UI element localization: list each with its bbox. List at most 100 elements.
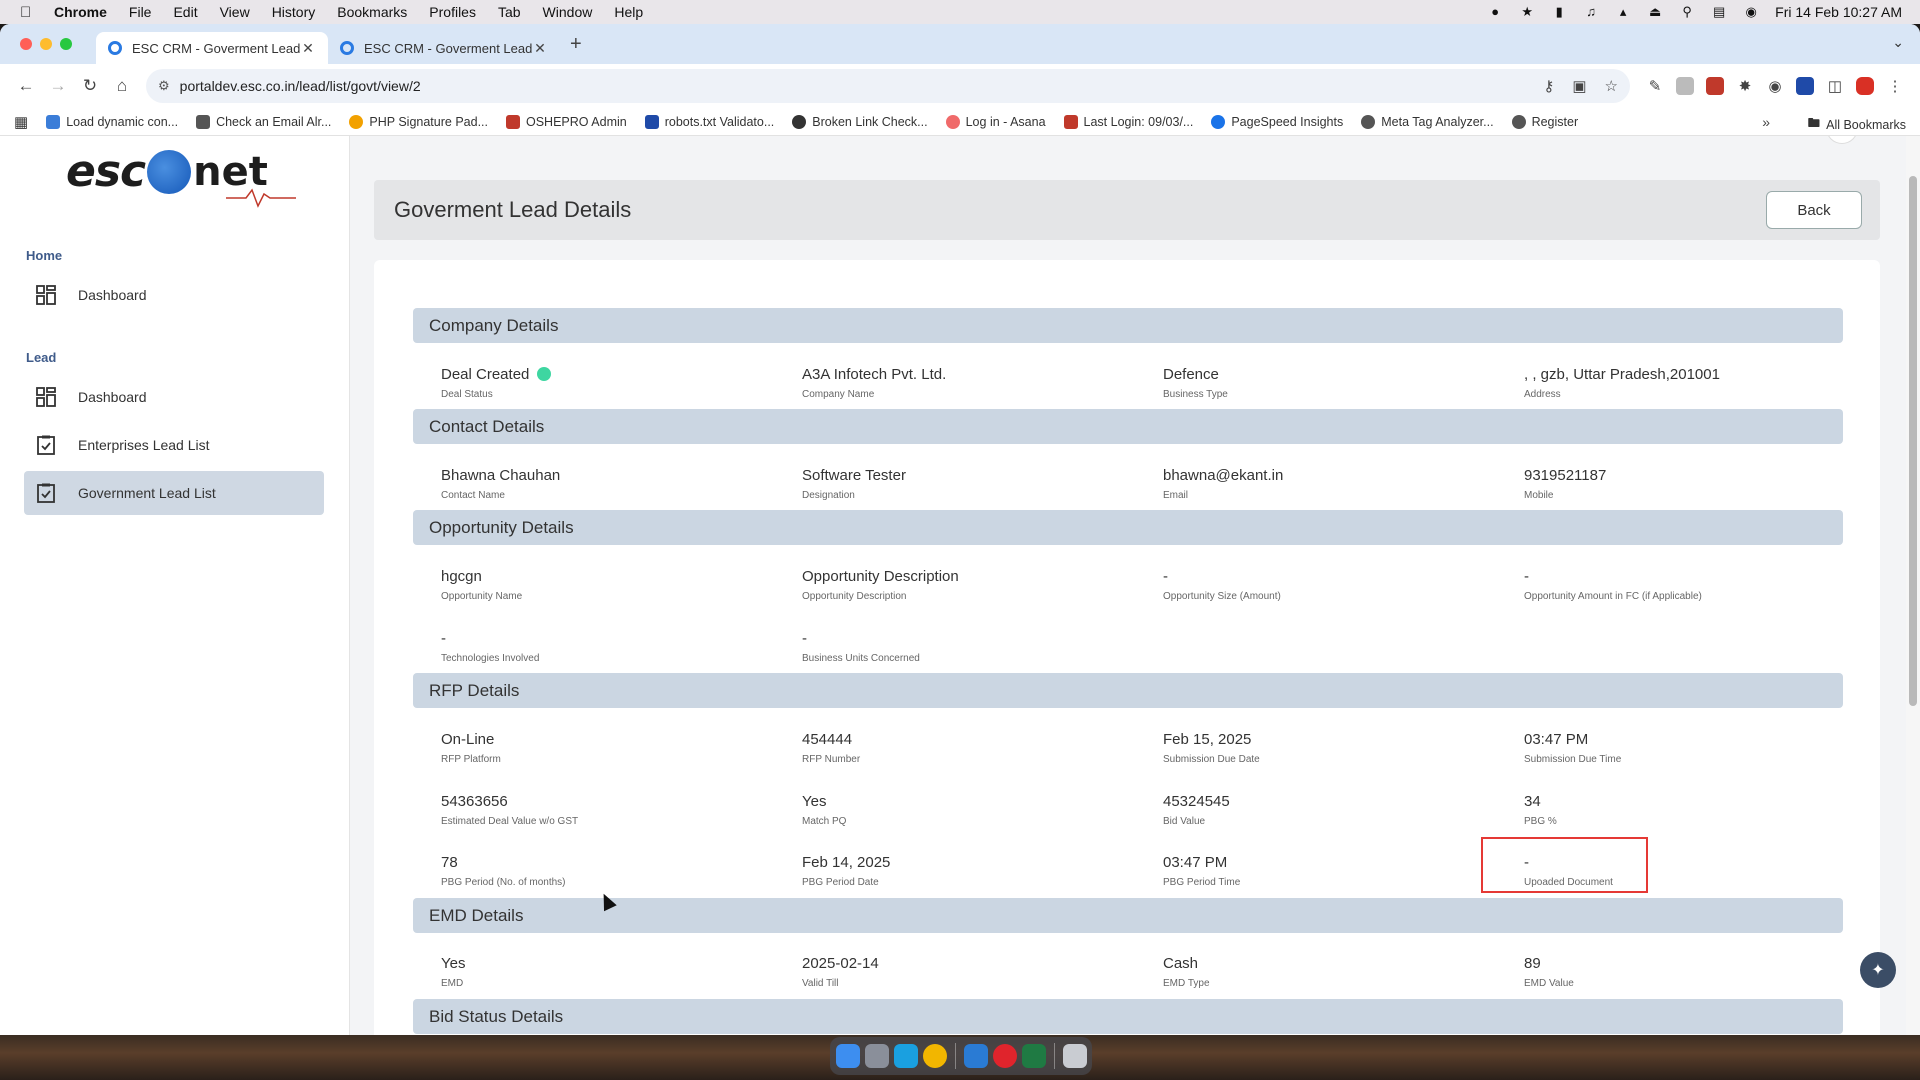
menu-view[interactable]: View [220,4,250,20]
menu-bookmarks[interactable]: Bookmarks [337,4,407,20]
bookmark-item[interactable]: PHP Signature Pad... [349,114,488,129]
back-button[interactable]: Back [1766,191,1862,229]
opera-app-icon[interactable] [992,1044,1017,1068]
wifi-icon[interactable]: ▴ [1615,5,1631,19]
bluetooth-icon[interactable]: ★ [1519,5,1535,19]
bookmark-favicon-icon [1063,114,1078,129]
dashboard-grid-icon [36,387,56,407]
battery-icon[interactable]: ▮ [1551,5,1567,19]
bug-extension-icon[interactable]: ✸ [1730,71,1760,101]
menu-profiles[interactable]: Profiles [429,4,476,20]
field-email: bhawna@ekant.in Email [1163,465,1503,502]
browser-toolbar: ← → ↻ ⌂ ⚙ portaldev.esc.co.in/lead/list/… [0,64,1920,108]
eyedropper-extension-icon[interactable]: ✎ [1640,71,1670,101]
bookmark-item[interactable]: Meta Tag Analyzer... [1361,114,1494,129]
forward-arrow-icon[interactable]: → [42,70,74,102]
field-label: Estimated Deal Value w/o GST [441,816,579,827]
user-avatar[interactable] [1826,136,1858,144]
blue-extension-icon[interactable] [1790,71,1820,101]
tab-close-icon[interactable]: ✕ [300,40,316,57]
trash-icon[interactable] [1062,1044,1087,1068]
control-center-icon[interactable]: ▤ [1711,5,1727,19]
new-tab-button[interactable]: + [570,33,582,56]
excel-app-icon[interactable] [1021,1044,1046,1068]
apps-grid-icon[interactable]: ▦ [14,113,28,131]
red-extension-icon[interactable] [1700,71,1730,101]
address-bar[interactable]: ⚙ portaldev.esc.co.in/lead/list/govt/vie… [146,69,1630,103]
field-mobile: 9319521187 Mobile [1524,465,1864,502]
address-url[interactable]: portaldev.esc.co.in/lead/list/govt/view/… [180,78,1526,94]
more-bookmarks-chevron-icon[interactable]: » [1762,114,1770,130]
code-extension-icon[interactable] [1670,71,1700,101]
minimize-window-button[interactable] [40,38,52,50]
field-label: Opportunity Size (Amount) [1163,591,1281,602]
field-label: Business Units Concerned [802,653,920,664]
bookmark-item[interactable]: OSHEPRO Admin [505,114,627,129]
volume-icon[interactable]: ♫ [1583,5,1599,19]
tab-title: ESC CRM - Goverment Lead [364,40,532,56]
status-app-icon[interactable]: ● [1487,5,1503,19]
bookmark-star-icon[interactable]: ☆ [1605,77,1618,95]
bookmark-favicon-icon [1511,114,1526,129]
camera-extension-icon[interactable]: ◉ [1760,71,1790,101]
field-value: 2025-02-14 [802,954,879,972]
zoom-window-button[interactable] [60,38,72,50]
password-key-icon[interactable]: ⚷ [1543,77,1554,95]
field-opportunity-size: - Opportunity Size (Amount) [1163,566,1503,603]
bookmark-item[interactable]: Load dynamic con... [46,114,178,129]
browser-tab[interactable]: ESC CRM - Goverment Lead ✕ [328,32,560,64]
field-value: Cash [1163,954,1199,972]
sidebar-item-home-dashboard[interactable]: Dashboard [24,273,324,317]
chrome-app-icon[interactable] [922,1044,947,1068]
sidebar-item-government-lead-list[interactable]: Government Lead List [24,471,324,515]
menu-help[interactable]: Help [614,4,643,20]
vscode-app-icon[interactable] [963,1044,988,1068]
field-bid-value: 45324545 Bid Value [1163,791,1503,828]
siri-icon[interactable]: ◉ [1743,5,1759,19]
close-window-button[interactable] [20,38,32,50]
reload-icon[interactable]: ↻ [74,70,106,102]
browser-tab-active[interactable]: ESC CRM - Goverment Lead ✕ [96,32,328,64]
menu-app-name[interactable]: Chrome [54,4,107,20]
bookmark-item[interactable]: Register [1511,114,1578,129]
page-scrollbar[interactable] [1906,136,1920,1035]
menu-file[interactable]: File [129,4,152,20]
field-value: Yes [802,792,827,810]
bookmark-item[interactable]: Broken Link Check... [792,114,928,129]
esc-onet-logo[interactable]: esc net [66,146,296,208]
home-icon[interactable]: ⌂ [106,70,138,102]
finder-app-icon[interactable] [835,1044,860,1068]
profile-avatar-icon[interactable] [1850,71,1880,101]
ai-assistant-sparkle-icon[interactable]: ✦ [1860,952,1896,988]
field-pbg-percent: 34 PBG % [1524,791,1864,828]
all-bookmarks-button[interactable]: 🖿 All Bookmarks [1808,114,1906,135]
launchpad-app-icon[interactable] [864,1044,889,1068]
eject-icon[interactable]: ⏏ [1647,5,1663,19]
menu-window[interactable]: Window [543,4,593,20]
menu-edit[interactable]: Edit [173,4,197,20]
scrollbar-thumb[interactable] [1909,176,1917,706]
bookmark-item[interactable]: Last Login: 09/03/... [1063,114,1193,129]
bookmark-item[interactable]: Check an Email Alr... [196,114,331,129]
tab-search-chevron-icon[interactable]: ⌄ [1892,34,1904,51]
sidebar-item-lead-dashboard[interactable]: Dashboard [24,375,324,419]
menu-tab[interactable]: Tab [498,4,521,20]
site-info-icon[interactable]: ⚙ [158,78,170,94]
tab-close-icon[interactable]: ✕ [532,40,548,57]
puzzle-extensions-icon[interactable]: ◫ [1820,71,1850,101]
field-value: Deal Created [441,365,530,383]
menu-clock[interactable]: Fri 14 Feb 10:27 AM [1775,4,1902,20]
kebab-menu-icon[interactable]: ⋮ [1880,71,1910,101]
sidebar-item-enterprises-lead-list[interactable]: Enterprises Lead List [24,423,324,467]
spotlight-search-icon[interactable]: ⚲ [1679,5,1695,19]
back-arrow-icon[interactable]: ← [10,70,42,102]
install-app-icon[interactable]: ▣ [1572,77,1586,95]
field-value: 54363656 [441,792,508,810]
skype-app-icon[interactable] [893,1044,918,1068]
bookmark-item[interactable]: Log in - Asana [945,114,1046,129]
field-label: Designation [802,490,855,501]
bookmark-item[interactable]: robots.txt Validato... [644,114,774,129]
apple-icon[interactable]:  [20,4,38,21]
bookmark-item[interactable]: PageSpeed Insights [1211,114,1343,129]
menu-history[interactable]: History [272,4,316,20]
